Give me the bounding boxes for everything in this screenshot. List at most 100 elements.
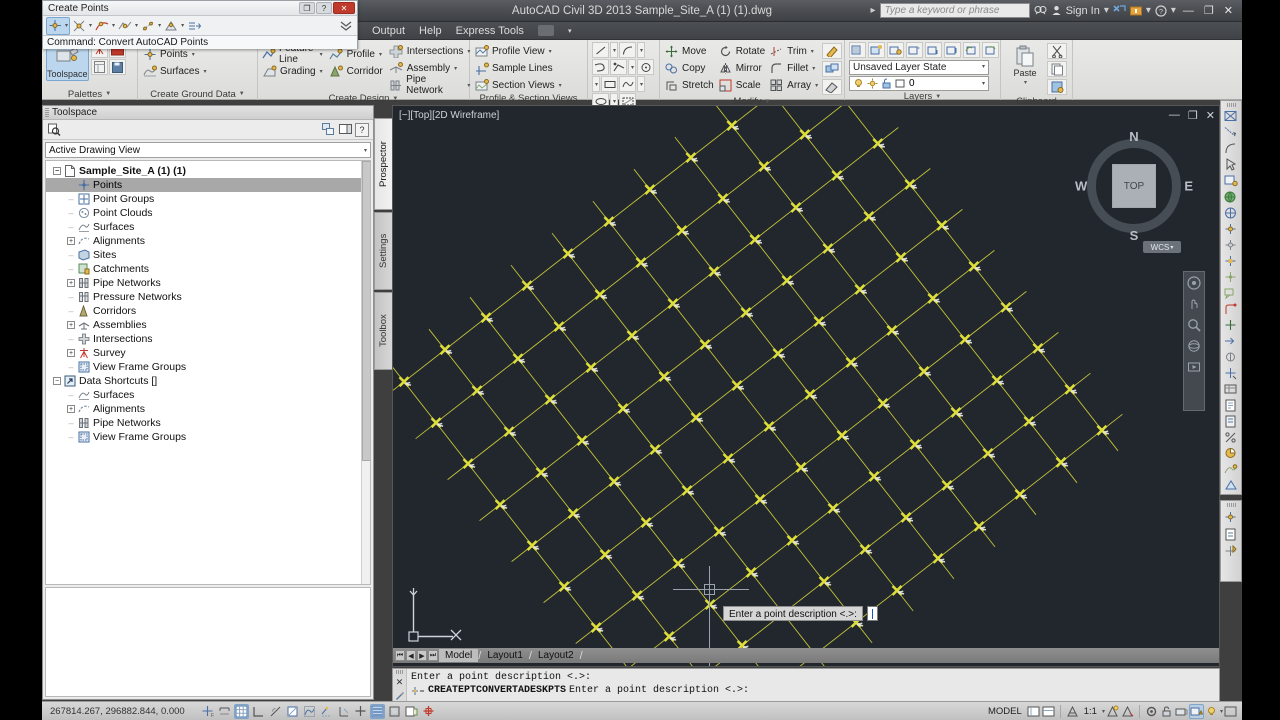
isolate-objects-icon[interactable] <box>1188 703 1204 719</box>
layer-off-icon[interactable] <box>906 42 923 58</box>
lineweight-toggle[interactable] <box>370 703 385 719</box>
layer-thaw-icon[interactable] <box>867 78 878 89</box>
tree-node[interactable]: – Points <box>46 178 370 192</box>
layer-state-combo[interactable]: Unsaved Layer State ▾ <box>849 60 989 75</box>
paste-button[interactable]: Paste ▾ <box>1005 42 1045 86</box>
close-button[interactable]: ✕ <box>1221 4 1236 17</box>
trim-button[interactable]: Trim ▾ <box>769 43 818 59</box>
select-similar-icon[interactable] <box>1222 109 1240 125</box>
layer-lock-icon[interactable] <box>925 42 942 58</box>
surfaces-dropdown-icon[interactable]: ▾ <box>203 68 206 75</box>
tree-node[interactable]: – Surfaces <box>46 388 370 402</box>
hardware-acceleration-icon[interactable] <box>1174 704 1189 719</box>
fillet-button[interactable]: Fillet ▾ <box>769 60 818 76</box>
label-tool-icon[interactable] <box>1222 285 1240 301</box>
panel-title-profile-section-views[interactable]: Profile & Section Views <box>474 93 583 104</box>
feature-line-dropdown-icon[interactable]: ▾ <box>320 51 323 58</box>
quick-view-drawings-icon[interactable] <box>1041 704 1056 719</box>
erase-icon[interactable] <box>822 79 843 95</box>
layer-color-swatch[interactable] <box>895 78 906 89</box>
command-line-grip[interactable] <box>395 670 404 674</box>
expand-icon[interactable]: + <box>66 346 76 360</box>
assembly-dropdown-icon[interactable]: ▾ <box>454 65 457 72</box>
transparency-toggle[interactable] <box>387 704 402 719</box>
tree-node[interactable]: − Data Shortcuts [] <box>46 374 370 388</box>
toolspace-item-view-icon[interactable] <box>321 123 335 137</box>
create-points-slope-button[interactable]: ▾ <box>163 17 185 35</box>
viewcube-east-label[interactable]: E <box>1184 179 1193 194</box>
surface-tool-icon[interactable] <box>1222 462 1240 478</box>
circle-dropdown-icon[interactable]: ▾ <box>592 76 600 92</box>
tree-node[interactable]: – Intersections <box>46 332 370 346</box>
apps-dropdown-icon[interactable]: ▾ <box>1146 5 1151 16</box>
polyline-dropdown-icon[interactable]: ▾ <box>628 59 636 75</box>
pointer-icon[interactable] <box>1222 157 1240 173</box>
workspace-switching-icon[interactable] <box>1144 704 1159 719</box>
current-layer-combo[interactable]: 0 ▾ <box>849 76 989 91</box>
grading-button[interactable]: Grading ▾ <box>262 63 323 79</box>
arc-dropdown-icon[interactable]: ▾ <box>637 42 645 58</box>
viewcube-north-label[interactable]: N <box>1129 129 1138 144</box>
circle-icon[interactable] <box>637 59 654 75</box>
percent-tool-icon[interactable] <box>1222 430 1240 446</box>
panorama-icon[interactable] <box>90 59 108 75</box>
tab-layout2[interactable]: Layout2 <box>532 649 580 662</box>
arc-icon[interactable] <box>619 42 636 58</box>
dynamic-input-field[interactable] <box>866 606 878 621</box>
point-group-tool-icon[interactable] <box>1222 509 1240 526</box>
pipe-network-button[interactable]: Pipe Network ▾ <box>389 74 470 96</box>
tree-node[interactable]: – Sites <box>46 248 370 262</box>
layer-unlock-icon[interactable] <box>944 42 961 58</box>
grid-display-toggle[interactable] <box>234 703 249 719</box>
tab-nav-first[interactable]: ⏮ <box>395 650 405 661</box>
exchange-apps-icon[interactable] <box>1113 5 1126 16</box>
pie-tool-icon[interactable] <box>1222 446 1240 462</box>
point-tool-2-icon[interactable] <box>1222 237 1240 253</box>
trim-dropdown-icon[interactable]: ▾ <box>811 48 814 55</box>
command-line-close-icon[interactable]: ✕ <box>396 677 404 688</box>
rotate-button[interactable]: Rotate <box>718 43 765 59</box>
query-tool-icon[interactable] <box>1222 414 1240 430</box>
help-dropdown-icon[interactable]: ▾ <box>1171 5 1176 16</box>
copy-button[interactable]: Copy <box>664 60 714 76</box>
profile-dropdown-icon[interactable]: ▾ <box>379 51 382 58</box>
grading-dropdown-icon[interactable]: ▾ <box>320 68 323 75</box>
toolspace-help-icon[interactable]: ? <box>355 122 369 137</box>
drawing-viewport[interactable]: [−][Top][2D Wireframe] — ❐ ✕ TOP N S E W… <box>392 105 1220 667</box>
create-points-restore-button[interactable]: ❐ <box>299 2 315 14</box>
viewcube-top-face[interactable]: TOP <box>1112 164 1156 208</box>
tree-node[interactable]: – View Frame Groups <box>46 430 370 444</box>
tree-node[interactable]: – View Frame Groups <box>46 360 370 374</box>
create-points-intersection-button[interactable]: ▾ <box>71 17 93 35</box>
collapse-icon[interactable]: − <box>52 164 62 178</box>
polyline-icon[interactable] <box>592 59 609 75</box>
scroll-thumb[interactable] <box>362 161 370 461</box>
object-snap-toggle[interactable] <box>285 704 300 719</box>
viewcube-west-label[interactable]: W <box>1075 179 1087 194</box>
tab-toolbox[interactable]: Toolbox <box>374 292 392 370</box>
move-button[interactable]: Move <box>664 43 714 59</box>
annotation-scale-icon[interactable] <box>1065 704 1080 719</box>
layer-properties-icon[interactable] <box>849 42 866 58</box>
3d-object-snap-toggle[interactable] <box>302 704 317 719</box>
create-points-expand-icon[interactable] <box>338 17 354 35</box>
toolspace-grip[interactable] <box>45 108 49 117</box>
toolbar-grip-2[interactable] <box>1226 503 1236 507</box>
expand-icon[interactable]: + <box>66 276 76 290</box>
workspace-chip-icon[interactable] <box>537 25 554 36</box>
tree-node[interactable]: + Alignments <box>46 402 370 416</box>
orbit-icon[interactable] <box>1186 338 1202 354</box>
help-icon[interactable]: ? <box>1155 4 1167 17</box>
section-views-dropdown-icon[interactable]: ▾ <box>559 82 562 89</box>
command-line-body[interactable]: Enter a point description <.>: CREATEPTC… <box>407 669 1219 701</box>
tab-nav-next[interactable]: ▶ <box>417 650 427 661</box>
spline-icon[interactable] <box>619 76 636 92</box>
edit-tool-icon[interactable] <box>1222 349 1240 365</box>
ribbon-tab-help[interactable]: Help <box>419 25 442 37</box>
tree-node[interactable]: – Point Groups <box>46 192 370 206</box>
match-properties-icon[interactable] <box>822 43 843 59</box>
command-line[interactable]: ✕ Enter a point description <.>: CREATEP… <box>392 668 1220 702</box>
create-points-help-button[interactable]: ? <box>316 2 332 14</box>
zoom-icon[interactable] <box>1186 317 1202 333</box>
rectangle-icon[interactable] <box>601 76 618 92</box>
